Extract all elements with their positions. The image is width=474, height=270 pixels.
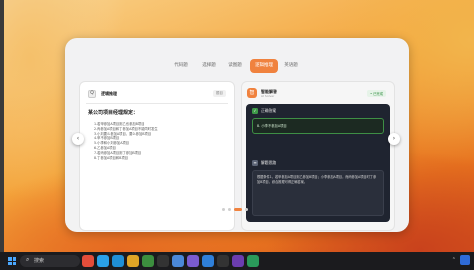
question-panel-title: 逻辑推理 bbox=[101, 91, 117, 96]
tab-chart[interactable]: 读图题 bbox=[225, 59, 245, 73]
next-arrow-icon[interactable]: › bbox=[388, 133, 400, 145]
check-icon: ✓ bbox=[252, 108, 258, 114]
carousel-dots bbox=[222, 208, 248, 211]
ai-logo-icon: 智 bbox=[247, 88, 257, 98]
taskbar-apps bbox=[82, 255, 259, 267]
analysis-box: 根据条件1，若甲参加A项目则乙参加B项目；小李参加A项目，而丙参加A项目时丁参加… bbox=[252, 170, 384, 216]
answer-box: B. 小李不参加A项目 bbox=[252, 118, 384, 134]
app-icon[interactable] bbox=[187, 255, 199, 267]
answer-text: B. 小李不参加A项目 bbox=[257, 124, 287, 128]
analysis-text: 根据条件1，若甲参加A项目则乙参加B项目；小李参加A项目，而丙参加A项目时丁参加… bbox=[257, 175, 377, 184]
screen-bezel bbox=[0, 0, 4, 252]
tab-code[interactable]: 代码题 bbox=[171, 59, 191, 73]
edge-icon[interactable] bbox=[112, 255, 124, 267]
divider bbox=[86, 103, 228, 104]
tray-app-icon[interactable] bbox=[460, 255, 470, 265]
chrome-icon[interactable] bbox=[142, 255, 154, 267]
idea-icon: ≡ bbox=[252, 160, 258, 166]
balloon-icon[interactable] bbox=[82, 255, 94, 267]
game-icon[interactable] bbox=[232, 255, 244, 267]
question-heading: 某公司项目经理规定： bbox=[88, 110, 139, 116]
prev-arrow-icon[interactable]: ‹ bbox=[72, 133, 84, 145]
tab-english[interactable]: 英语题 bbox=[281, 59, 301, 73]
ai-name: 智能解答 bbox=[261, 88, 277, 94]
carousel-dot[interactable] bbox=[245, 208, 248, 211]
search-icon: ⌕ bbox=[26, 256, 30, 263]
status-badge: • 已完成 bbox=[367, 90, 386, 97]
carousel-dot[interactable] bbox=[222, 208, 225, 211]
tab-bar: 代码题 选择题 读图题 逻辑推理 英语题 bbox=[65, 59, 409, 73]
carousel-dot[interactable] bbox=[228, 208, 231, 211]
carousel-dot-active[interactable] bbox=[234, 208, 242, 211]
taskbar: ⌕ 搜索 ⌃ bbox=[0, 252, 474, 270]
condition-line: 8.丁参加A项目和B项目 bbox=[94, 155, 129, 160]
question-tag: 题目 bbox=[213, 90, 226, 97]
photos-icon[interactable] bbox=[172, 255, 184, 267]
answer-panel: 智 智能解答 AI Solver • 已完成 ✓ 正确答案 B. 小李不参加A项… bbox=[241, 81, 395, 231]
ai-subtitle: AI Solver bbox=[261, 93, 275, 98]
explorer-icon[interactable] bbox=[127, 255, 139, 267]
chevron-up-icon[interactable]: ⌃ bbox=[452, 257, 456, 263]
carousel-card: 代码题 选择题 读图题 逻辑推理 英语题 Q 逻辑推理 题目 某公司项目经理规定… bbox=[65, 38, 409, 232]
analysis-section-title: 解题思路 bbox=[261, 160, 277, 165]
gift-icon[interactable] bbox=[97, 255, 109, 267]
question-panel: Q 逻辑推理 题目 某公司项目经理规定： 1.若甲参加A项目则乙也参加B项目 2… bbox=[79, 81, 235, 231]
answer-section-title: 正确答案 bbox=[261, 108, 277, 113]
question-conditions: 1.若甲参加A项目则乙也参加B项目 2.丙参加A项目和丁参加A项目不能同时发生 … bbox=[94, 122, 214, 160]
taskbar-search[interactable]: ⌕ 搜索 bbox=[20, 255, 80, 267]
chat-icon[interactable] bbox=[247, 255, 259, 267]
solution-box: ✓ 正确答案 B. 小李不参加A项目 ≡ 解题思路 根据条件1，若甲参加A项目则… bbox=[246, 104, 390, 222]
question-icon: Q bbox=[88, 90, 96, 98]
system-tray: ⌃ bbox=[452, 255, 470, 265]
store-icon[interactable] bbox=[217, 255, 229, 267]
tab-choice[interactable]: 选择题 bbox=[199, 59, 219, 73]
mail-icon[interactable] bbox=[202, 255, 214, 267]
windows-start-icon[interactable] bbox=[8, 257, 16, 265]
tab-logic[interactable]: 逻辑推理 bbox=[250, 59, 278, 73]
search-placeholder: 搜索 bbox=[34, 258, 45, 264]
terminal-icon[interactable] bbox=[157, 255, 169, 267]
